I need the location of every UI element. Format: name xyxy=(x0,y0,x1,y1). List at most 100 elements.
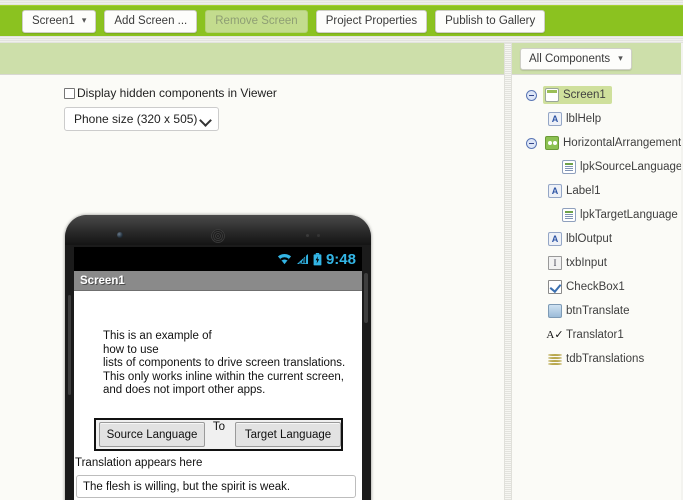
tree-item-label: lpkTargetLanguage xyxy=(580,209,678,221)
pane-splitter[interactable] xyxy=(504,43,512,500)
screen-title-bar: Screen1 xyxy=(74,271,362,291)
tree-item-content: ItxbInput xyxy=(546,254,613,272)
phone-side-left xyxy=(68,295,71,395)
screen-body: This is an example of how to use lists o… xyxy=(74,291,362,500)
chevron-down-icon xyxy=(201,115,210,124)
textbox-icon: I xyxy=(548,256,562,270)
tree-item-content: btnTranslate xyxy=(546,302,636,320)
lblOutput-text: Translation appears here xyxy=(75,457,203,469)
tree-item-content: tdbTranslations xyxy=(546,350,650,368)
tree-item-lblOutput[interactable]: AlblOutput xyxy=(512,227,683,251)
screen-icon xyxy=(545,88,559,102)
tree-item-label: Label1 xyxy=(566,185,601,197)
txbInput-field[interactable]: The flesh is willing, but the spirit is … xyxy=(76,475,356,498)
phone-side-right xyxy=(364,273,368,323)
target-language-picker[interactable]: Target Language xyxy=(235,422,341,447)
tree-item-lblHelp[interactable]: AlblHelp xyxy=(512,107,683,131)
collapse-toggle-icon[interactable] xyxy=(526,89,537,101)
tree-item-tdbTranslations[interactable]: tdbTranslations xyxy=(512,347,683,371)
translator-icon: A✓ xyxy=(546,329,564,341)
proximity-sensor-icon xyxy=(306,234,309,237)
screen-toolbar: Screen1 ▾ Add Screen ... Remove Screen Proje… xyxy=(0,5,683,36)
tree-item-content: Screen1 xyxy=(543,86,612,104)
app-root: Screen1 ▾ Add Screen ... Remove Screen Proje… xyxy=(0,0,683,500)
front-camera-icon xyxy=(117,232,123,238)
tree-item-content: A Label1 xyxy=(546,182,607,200)
tree-item-lpkTargetLanguage[interactable]: lpkTargetLanguage xyxy=(512,203,683,227)
component-tree: Screen1 AlblHelp HorizontalArrangement1 lpk… xyxy=(512,75,683,500)
tree-item-label: Screen1 xyxy=(563,89,606,101)
battery-icon xyxy=(313,252,322,266)
all-components-label: All Components xyxy=(529,52,611,65)
android-status-bar: 9:48 xyxy=(74,247,362,271)
tree-item-CheckBox1[interactable]: CheckBox1 xyxy=(512,275,683,299)
tree-item-content: AlblOutput xyxy=(546,230,618,248)
chevron-down-icon: ▾ xyxy=(618,53,623,63)
horizontal-arrangement-icon xyxy=(545,136,559,150)
all-components-select[interactable]: All Components ▾ xyxy=(520,47,632,70)
tinydb-icon xyxy=(548,352,562,366)
earpiece-speaker-icon xyxy=(211,229,225,243)
signal-icon xyxy=(296,253,309,265)
label-icon: A xyxy=(548,184,562,198)
components-pane: All Components ▾ Screen1 AlblHelp Horizont… xyxy=(512,43,683,500)
listpicker-icon xyxy=(562,208,576,222)
label-icon: A xyxy=(548,232,562,246)
tree-item-content: CheckBox1 xyxy=(546,278,631,296)
tree-item-content: AlblHelp xyxy=(546,110,607,128)
phone-mockup: 9:48 Screen1 This is an example of how t… xyxy=(65,215,371,500)
tree-item-label: lblOutput xyxy=(566,233,613,245)
tree-item-content: HorizontalArrangement1 xyxy=(543,134,683,152)
tree-item-label: tdbTranslations xyxy=(566,353,645,365)
toolbar-button-add-screen[interactable]: Add Screen ... xyxy=(104,9,198,33)
tree-item-Screen1[interactable]: Screen1 xyxy=(512,83,683,107)
status-time: 9:48 xyxy=(325,250,356,268)
tree-item-HorizontalArrangement1[interactable]: HorizontalArrangement1 xyxy=(512,131,683,155)
toolbar-button-screen1[interactable]: Screen1 ▾ xyxy=(22,9,97,33)
toolbar-bottom-strip xyxy=(0,36,683,43)
phone-screen: Screen1 This is an example of how to use… xyxy=(74,271,362,500)
source-language-picker[interactable]: Source Language xyxy=(99,422,205,447)
phone-size-select[interactable]: Phone size (320 x 505) xyxy=(64,107,219,131)
tree-item-label: btnTranslate xyxy=(566,305,630,317)
toolbar-button-label: Project Properties xyxy=(325,14,418,27)
toolbar-button-label: Remove Screen xyxy=(215,14,298,27)
display-hidden-components-checkbox[interactable] xyxy=(64,87,75,99)
toolbar-button-label: Screen1 xyxy=(32,14,75,27)
tree-item-content: A✓ Translator1 xyxy=(546,326,630,344)
collapse-toggle-icon[interactable] xyxy=(526,137,537,149)
chevron-down-icon: ▾ xyxy=(81,15,87,25)
components-pane-header: All Components ▾ xyxy=(512,43,683,75)
tree-item-btnTranslate[interactable]: btnTranslate xyxy=(512,299,683,323)
to-label: To xyxy=(212,421,226,433)
horizontal-arrangement: Source Language To Target Language xyxy=(94,418,343,451)
tree-item-lpkSourceLanguage[interactable]: lpkSourceLanguage xyxy=(512,155,683,179)
tree-item-label: Translator1 xyxy=(566,329,624,341)
toolbar-button-remove-screen: Remove Screen xyxy=(205,9,308,33)
display-hidden-components-label: Display hidden components in Viewer xyxy=(77,86,277,100)
button-icon xyxy=(548,304,562,318)
toolbar-button-label: Add Screen ... xyxy=(114,14,188,27)
tree-item-content: lpkSourceLanguage xyxy=(560,158,683,176)
tree-item-label: txbInput xyxy=(566,257,607,269)
listpicker-icon xyxy=(562,160,576,174)
toolbar-button-publish-to-gallery[interactable]: Publish to Gallery xyxy=(435,9,546,33)
tree-item-label: HorizontalArrangement1 xyxy=(563,137,683,149)
tree-item-label: lpkSourceLanguage xyxy=(580,161,683,173)
tree-item-content: lpkTargetLanguage xyxy=(560,206,683,224)
toolbar-button-project-properties[interactable]: Project Properties xyxy=(315,9,428,33)
checkbox-icon xyxy=(548,280,562,294)
phone-size-value: Phone size (320 x 505) xyxy=(74,112,198,126)
tree-item-Label1[interactable]: A Label1 xyxy=(512,179,683,203)
tree-item-txbInput[interactable]: ItxbInput xyxy=(512,251,683,275)
tree-item-Translator1[interactable]: A✓ Translator1 xyxy=(512,323,683,347)
tree-item-label: lblHelp xyxy=(566,113,602,125)
lblHelp-text: This is an example of how to use lists o… xyxy=(103,330,346,397)
toolbar-button-label: Publish to Gallery xyxy=(445,14,536,27)
light-sensor-icon xyxy=(317,234,320,237)
viewer-pane: Display hidden components in Viewer Phon… xyxy=(0,76,504,500)
display-hidden-components-row[interactable]: Display hidden components in Viewer xyxy=(64,86,277,100)
tree-item-label: CheckBox1 xyxy=(566,281,625,293)
wifi-icon xyxy=(277,253,292,265)
label-icon: A xyxy=(548,112,562,126)
